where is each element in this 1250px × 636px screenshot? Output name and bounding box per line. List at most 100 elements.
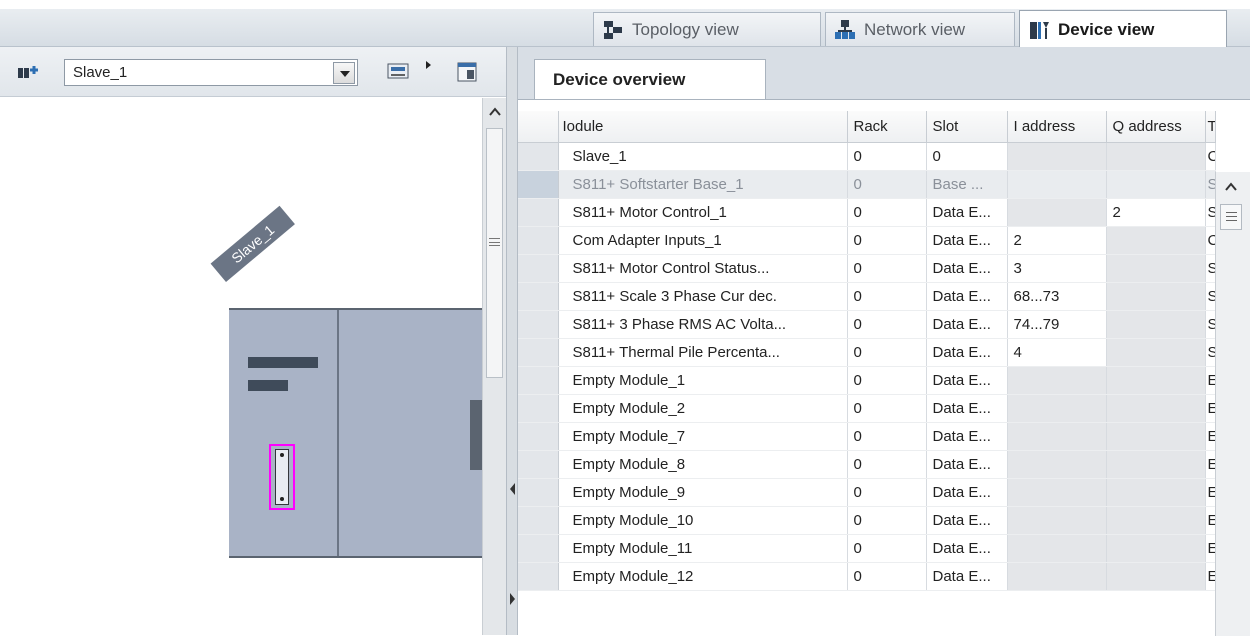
table-row[interactable]: Empty Module_9 0 Data E... E [518,478,1216,507]
cell-type[interactable]: S [1205,310,1216,339]
cell-rack[interactable]: 0 [847,198,927,227]
row-selector[interactable] [518,310,559,339]
cell-q-address[interactable] [1106,142,1206,171]
cell-type[interactable]: S [1205,338,1216,367]
row-selector[interactable] [518,170,559,199]
cell-q-address[interactable] [1106,170,1206,199]
cell-module[interactable]: S811+ Thermal Pile Percenta... [558,338,848,367]
cell-i-address[interactable] [1007,142,1107,171]
cell-rack[interactable]: 0 [847,478,927,507]
row-selector[interactable] [518,198,559,227]
cell-slot[interactable]: 0 [926,142,1008,171]
cell-rack[interactable]: 0 [847,254,927,283]
column-header-rack[interactable]: Rack [847,111,927,143]
cell-i-address[interactable] [1007,366,1107,395]
row-selector[interactable] [518,394,559,423]
cell-q-address[interactable] [1106,394,1206,423]
scroll-up-icon[interactable] [487,104,503,120]
table-row[interactable]: Empty Module_8 0 Data E... E [518,450,1216,479]
table-row[interactable]: Empty Module_10 0 Data E... E [518,506,1216,535]
cell-slot[interactable]: Data E... [926,562,1008,591]
cell-type[interactable]: E [1205,478,1216,507]
cell-module[interactable]: S811+ Softstarter Base_1 [558,170,848,199]
cell-module[interactable]: S811+ Motor Control Status... [558,254,848,283]
cell-q-address[interactable] [1106,226,1206,255]
row-selector[interactable] [518,534,559,563]
scroll-thumb[interactable] [486,128,503,378]
cell-rack[interactable]: 0 [847,506,927,535]
cell-slot[interactable]: Data E... [926,450,1008,479]
cell-type[interactable]: C [1205,142,1216,171]
tab-device-overview[interactable]: Device overview [534,59,766,99]
row-selector[interactable] [518,422,559,451]
cell-slot[interactable]: Data E... [926,422,1008,451]
pane-splitter[interactable] [506,47,518,635]
cell-type[interactable]: E [1205,366,1216,395]
column-header-module[interactable]: Iodule [558,111,848,143]
cell-q-address[interactable] [1106,422,1206,451]
cell-rack[interactable]: 0 [847,450,927,479]
chevron-down-icon[interactable] [333,61,355,84]
show-panel-icon[interactable] [455,60,479,84]
canvas-vertical-scrollbar[interactable] [482,98,506,635]
cell-rack[interactable]: 0 [847,170,927,199]
table-row[interactable]: S811+ 3 Phase RMS AC Volta... 0 Data E..… [518,310,1216,339]
cell-rack[interactable]: 0 [847,422,927,451]
cell-q-address[interactable] [1106,562,1206,591]
cell-i-address[interactable]: 3 [1007,254,1107,283]
row-selector[interactable] [518,478,559,507]
cell-rack[interactable]: 0 [847,534,927,563]
cell-slot[interactable]: Data E... [926,534,1008,563]
cell-slot[interactable]: Base ... [926,170,1008,199]
cell-type[interactable]: E [1205,562,1216,591]
cell-slot[interactable]: Data E... [926,282,1008,311]
column-header-slot[interactable]: Slot [926,111,1008,143]
row-selector[interactable] [518,366,559,395]
table-row[interactable]: Empty Module_11 0 Data E... E [518,534,1216,563]
tab-device-view[interactable]: Device view [1019,10,1227,48]
cell-rack[interactable]: 0 [847,282,927,311]
cell-module[interactable]: Empty Module_7 [558,422,848,451]
cell-type[interactable]: E [1205,422,1216,451]
cell-type[interactable]: S [1205,198,1216,227]
expand-right-icon[interactable] [510,593,515,605]
cell-module[interactable]: Empty Module_8 [558,450,848,479]
table-row[interactable]: S811+ Softstarter Base_1 0 Base ... S [518,170,1216,199]
cell-q-address[interactable] [1106,310,1206,339]
cell-type[interactable]: S [1205,170,1216,199]
table-row[interactable]: Empty Module_12 0 Data E... E [518,562,1216,591]
table-row[interactable]: Empty Module_1 0 Data E... E [518,366,1216,395]
row-selector[interactable] [518,142,559,171]
cell-rack[interactable]: 0 [847,142,927,171]
row-selector[interactable] [518,226,559,255]
cell-q-address[interactable] [1106,254,1206,283]
cell-i-address[interactable]: 2 [1007,226,1107,255]
cell-i-address[interactable] [1007,394,1107,423]
interface-port[interactable] [269,444,295,510]
device-rack[interactable] [229,308,482,558]
cell-i-address[interactable] [1007,198,1107,227]
scroll-up-icon[interactable] [1222,178,1240,196]
cell-q-address[interactable] [1106,534,1206,563]
cell-slot[interactable]: Data E... [926,366,1008,395]
cell-i-address[interactable] [1007,478,1107,507]
cell-slot[interactable]: Data E... [926,198,1008,227]
cell-rack[interactable]: 0 [847,338,927,367]
cell-i-address[interactable] [1007,506,1107,535]
row-selector[interactable] [518,506,559,535]
cell-type[interactable]: E [1205,534,1216,563]
cell-module[interactable]: Empty Module_12 [558,562,848,591]
cell-module[interactable]: Slave_1 [558,142,848,171]
row-selector[interactable] [518,254,559,283]
column-header-q-address[interactable]: Q address [1106,111,1206,143]
cell-q-address[interactable] [1106,450,1206,479]
cell-module[interactable]: Com Adapter Inputs_1 [558,226,848,255]
cell-module[interactable]: S811+ 3 Phase RMS AC Volta... [558,310,848,339]
cell-i-address[interactable] [1007,450,1107,479]
column-header-i-address[interactable]: I address [1007,111,1107,143]
collapse-left-icon[interactable] [510,483,515,495]
cell-rack[interactable]: 0 [847,394,927,423]
table-vertical-scrollbar[interactable] [1215,172,1250,636]
cell-i-address[interactable] [1007,534,1107,563]
zoom-fit-icon[interactable] [386,60,410,84]
